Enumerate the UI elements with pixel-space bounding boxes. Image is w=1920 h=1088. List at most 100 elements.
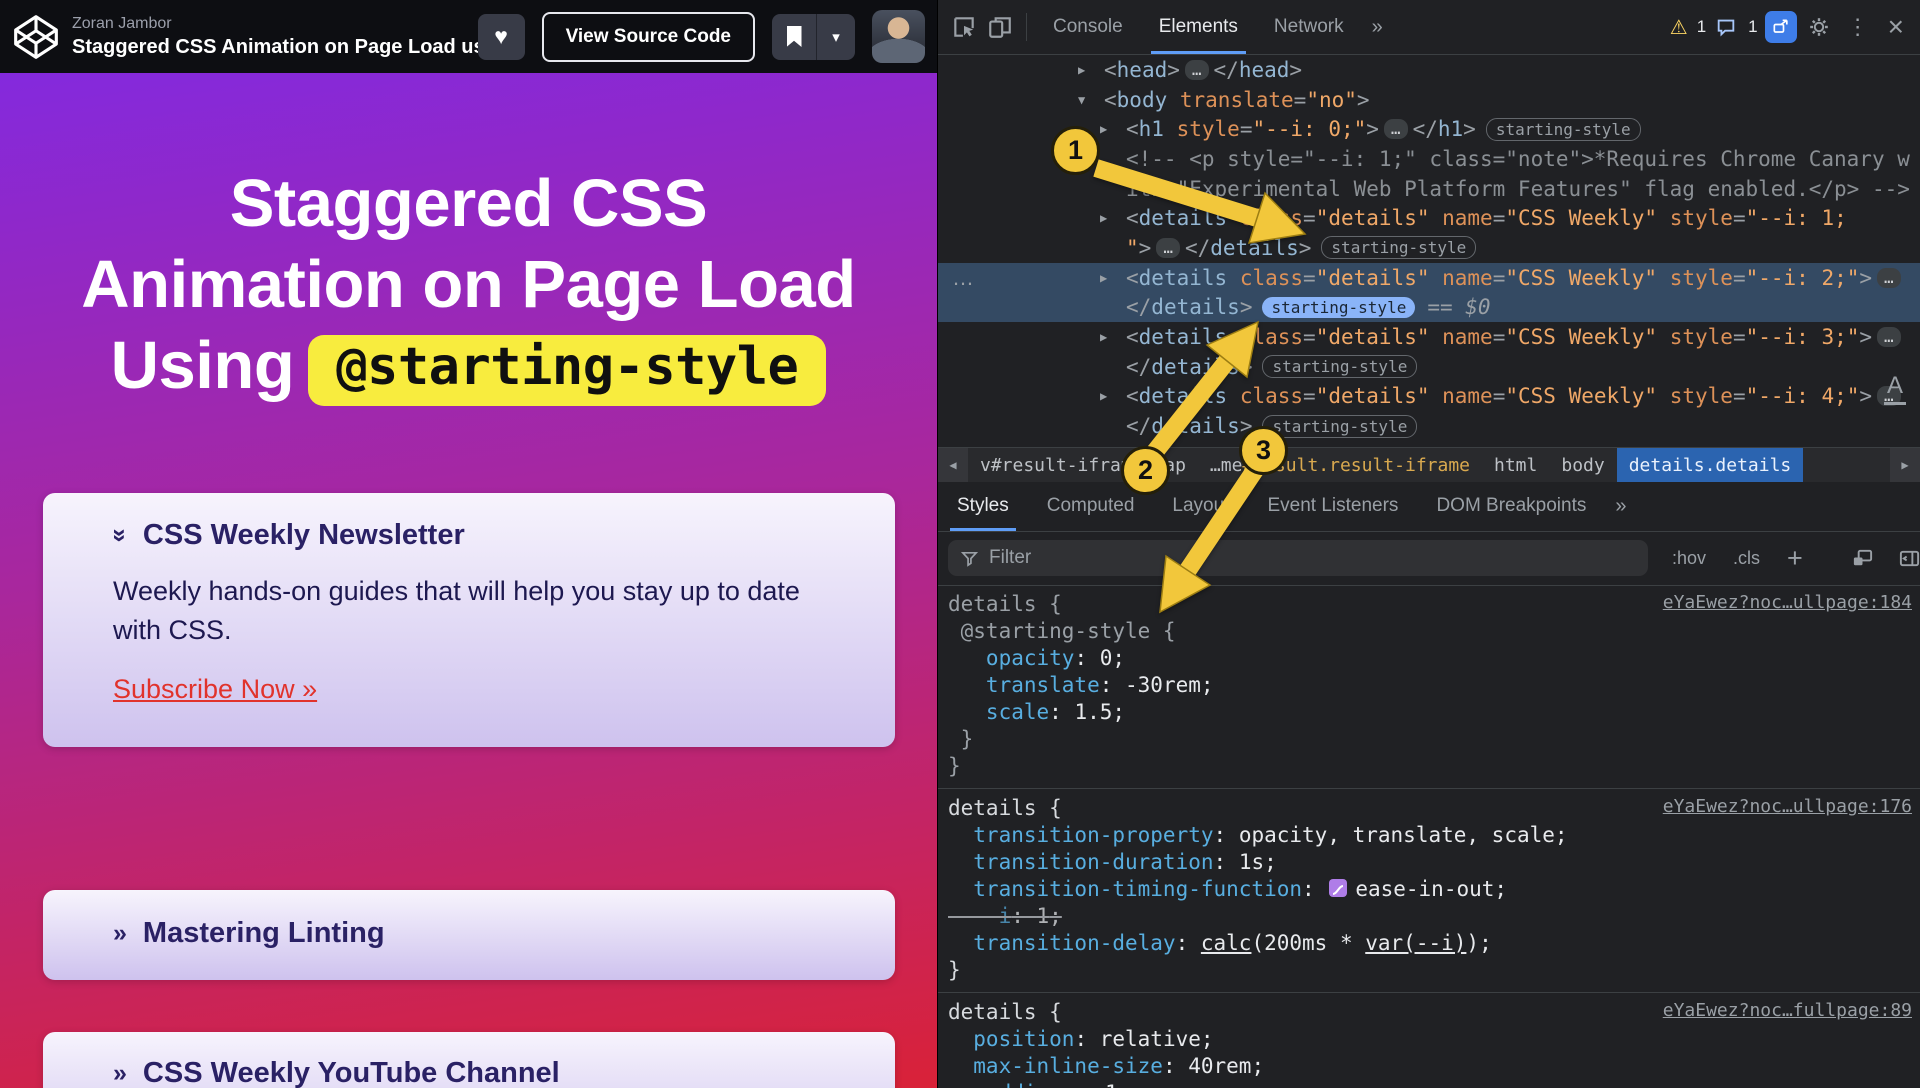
filter-placeholder: Filter — [989, 547, 1031, 569]
tab-layout[interactable]: Layout — [1153, 481, 1248, 531]
breadcrumb-scroll-right-icon[interactable]: ▶ — [1890, 448, 1920, 482]
source-link[interactable]: eYaEwez?noc…ullpage:176 — [1663, 796, 1912, 817]
tree-row[interactable]: ▼<body translate="no"> — [938, 85, 1920, 115]
tree-row[interactable]: ▶<details class="details" name="CSS Week… — [938, 203, 1920, 233]
tree-row[interactable]: ">…</details>starting-style — [938, 233, 1920, 263]
styles-rules: eYaEwez?noc…ullpage:184details { @starti… — [938, 585, 1920, 1088]
tree-row[interactable]: ith "Experimental Web Platform Features"… — [938, 174, 1920, 204]
tab-elements[interactable]: Elements — [1141, 0, 1256, 54]
css-declaration[interactable]: transition-duration: 1s; — [938, 849, 1920, 876]
expand-arrow-icon[interactable]: ▶ — [1100, 330, 1126, 344]
warning-icon[interactable]: ⚠ — [1670, 15, 1688, 40]
css-rule: eYaEwez?noc…fullpage:89details { positio… — [938, 993, 1920, 1088]
close-icon[interactable]: × — [1882, 13, 1910, 41]
more-actions-icon[interactable]: … — [952, 263, 974, 292]
styles-tabs: StylesComputedLayoutEvent ListenersDOM B… — [938, 481, 1920, 532]
hero-line-1: Staggered CSS — [0, 163, 937, 244]
expand-arrow-icon[interactable]: ▶ — [1100, 271, 1126, 285]
codepen-header: Zoran Jambor Staggered CSS Animation on … — [0, 0, 937, 73]
css-declaration[interactable]: transition-property: opacity, translate,… — [938, 822, 1920, 849]
view-source-button[interactable]: View Source Code — [542, 12, 755, 62]
class-toggle[interactable]: .cls — [1733, 548, 1760, 569]
like-button[interactable]: ♥ — [478, 14, 525, 60]
newsletter-title: CSS Weekly Newsletter — [143, 519, 465, 552]
details-marker-icon: » — [105, 529, 134, 543]
tab-event-listeners[interactable]: Event Listeners — [1248, 481, 1417, 531]
more-tabs-icon[interactable]: » — [1362, 16, 1393, 39]
bookmark-button-group: ▾ — [772, 14, 855, 60]
linting-card: » Mastering Linting — [43, 890, 895, 980]
tree-row[interactable]: </details>starting-style — [938, 411, 1920, 441]
font-editor-icon[interactable]: A — [1884, 372, 1906, 405]
codepen-pane: Zoran Jambor Staggered CSS Animation on … — [0, 0, 937, 1088]
details-marker-icon: » — [113, 1059, 127, 1088]
divider — [1026, 13, 1027, 41]
subscribe-link[interactable]: Subscribe Now » — [113, 674, 317, 705]
annotation-badge-2: 2 — [1121, 446, 1170, 495]
tab-network[interactable]: Network — [1256, 0, 1362, 54]
device-toolbar-icon[interactable] — [982, 9, 1018, 45]
inspect-icon[interactable] — [946, 9, 982, 45]
css-declaration[interactable]: } — [938, 726, 1920, 753]
bookmark-menu-button[interactable]: ▾ — [817, 14, 855, 60]
css-declaration[interactable]: scale: 1.5; — [938, 699, 1920, 726]
sidebar-toggle-icon[interactable] — [1898, 547, 1920, 570]
breadcrumb-bar: ◀ v#result-ifram…wrap…me#result.result-i… — [938, 447, 1920, 482]
new-rule-button[interactable]: + — [1787, 545, 1803, 572]
filter-input[interactable]: Filter — [948, 540, 1648, 576]
expand-arrow-icon[interactable]: ▶ — [1078, 63, 1104, 77]
css-declaration[interactable]: max-inline-size: 40rem; — [938, 1053, 1920, 1080]
bookmark-button[interactable] — [772, 14, 816, 60]
source-link[interactable]: eYaEwez?noc…fullpage:89 — [1663, 1000, 1912, 1021]
linting-summary[interactable]: » Mastering Linting — [113, 917, 855, 950]
tab-dom-breakpoints[interactable]: DOM Breakpoints — [1417, 481, 1605, 531]
source-link[interactable]: eYaEwez?noc…ullpage:184 — [1663, 592, 1912, 613]
more-tabs-icon[interactable]: » — [1605, 495, 1636, 518]
css-declaration[interactable]: transition-delay: calc(200ms * var(--i))… — [938, 930, 1920, 957]
css-declaration[interactable]: } — [938, 957, 1920, 984]
tree-row[interactable]: </details>starting-style — [938, 352, 1920, 382]
dom-tree: ▶<head>…</head>▼<body translate="no">▶<h… — [938, 55, 1920, 447]
breadcrumb-item[interactable]: html — [1482, 448, 1549, 482]
newsletter-summary[interactable]: » CSS Weekly Newsletter — [113, 519, 855, 552]
pen-meta: Zoran Jambor Staggered CSS Animation on … — [72, 14, 478, 60]
tree-row[interactable]: ▶<head>…</head> — [938, 55, 1920, 85]
css-rule: eYaEwez?noc…ullpage:184details { @starti… — [938, 585, 1920, 789]
expand-arrow-icon[interactable]: ▶ — [1100, 122, 1126, 136]
css-declaration[interactable]: @starting-style { — [938, 618, 1920, 645]
css-declaration[interactable]: padding: ▸ 1rem; — [938, 1080, 1920, 1088]
expand-arrow-icon[interactable]: ▶ — [1100, 389, 1126, 403]
styles-filter-bar: Filter :hov .cls + — [938, 531, 1920, 586]
tree-row[interactable]: ▶<details class="details" name="CSS Week… — [938, 263, 1920, 293]
kebab-menu-icon[interactable]: ⋮ — [1841, 14, 1875, 40]
devtools-tabs: ConsoleElementsNetwork — [1035, 0, 1362, 54]
bezier-icon[interactable] — [1329, 879, 1347, 897]
rendering-emulation-icon[interactable] — [1851, 547, 1874, 570]
gear-icon[interactable] — [1804, 9, 1834, 45]
expand-arrow-icon[interactable]: ▶ — [1100, 211, 1126, 225]
codepen-logo-icon[interactable] — [10, 11, 62, 63]
tree-row[interactable]: ▶<details class="details" name="CSS Week… — [938, 382, 1920, 412]
issues-icon[interactable] — [1713, 9, 1739, 45]
devtools-toolbar: ConsoleElementsNetwork » ⚠ 1 1 ⋮ × — [938, 0, 1920, 55]
tree-row[interactable]: </details>starting-style== $0 — [938, 293, 1920, 323]
breadcrumb-item[interactable]: details.details — [1617, 448, 1804, 482]
devtools-blue-icon[interactable] — [1765, 11, 1797, 43]
youtube-summary[interactable]: » CSS Weekly YouTube Channel — [113, 1057, 855, 1088]
css-declaration[interactable]: translate: -30rem; — [938, 672, 1920, 699]
tree-row[interactable]: ▶<details class="details" name="CSS Week… — [938, 322, 1920, 352]
pseudo-state-toggle[interactable]: :hov — [1672, 548, 1706, 569]
css-declaration[interactable]: --i: 1; — [938, 903, 1920, 930]
breadcrumb-scroll-left-icon[interactable]: ◀ — [938, 448, 968, 482]
pen-preview: Staggered CSS Animation on Page Load Usi… — [0, 73, 937, 1088]
tab-styles[interactable]: Styles — [938, 481, 1028, 531]
warning-count: 1 — [1697, 17, 1706, 37]
avatar[interactable] — [872, 10, 925, 63]
css-declaration[interactable]: } — [938, 753, 1920, 780]
css-declaration[interactable]: transition-timing-function: ease-in-out; — [938, 876, 1920, 903]
css-declaration[interactable]: position: relative; — [938, 1026, 1920, 1053]
breadcrumb-item[interactable]: body — [1549, 448, 1616, 482]
expand-arrow-icon[interactable]: ▼ — [1078, 93, 1104, 107]
tab-console[interactable]: Console — [1035, 0, 1141, 54]
css-declaration[interactable]: opacity: 0; — [938, 645, 1920, 672]
